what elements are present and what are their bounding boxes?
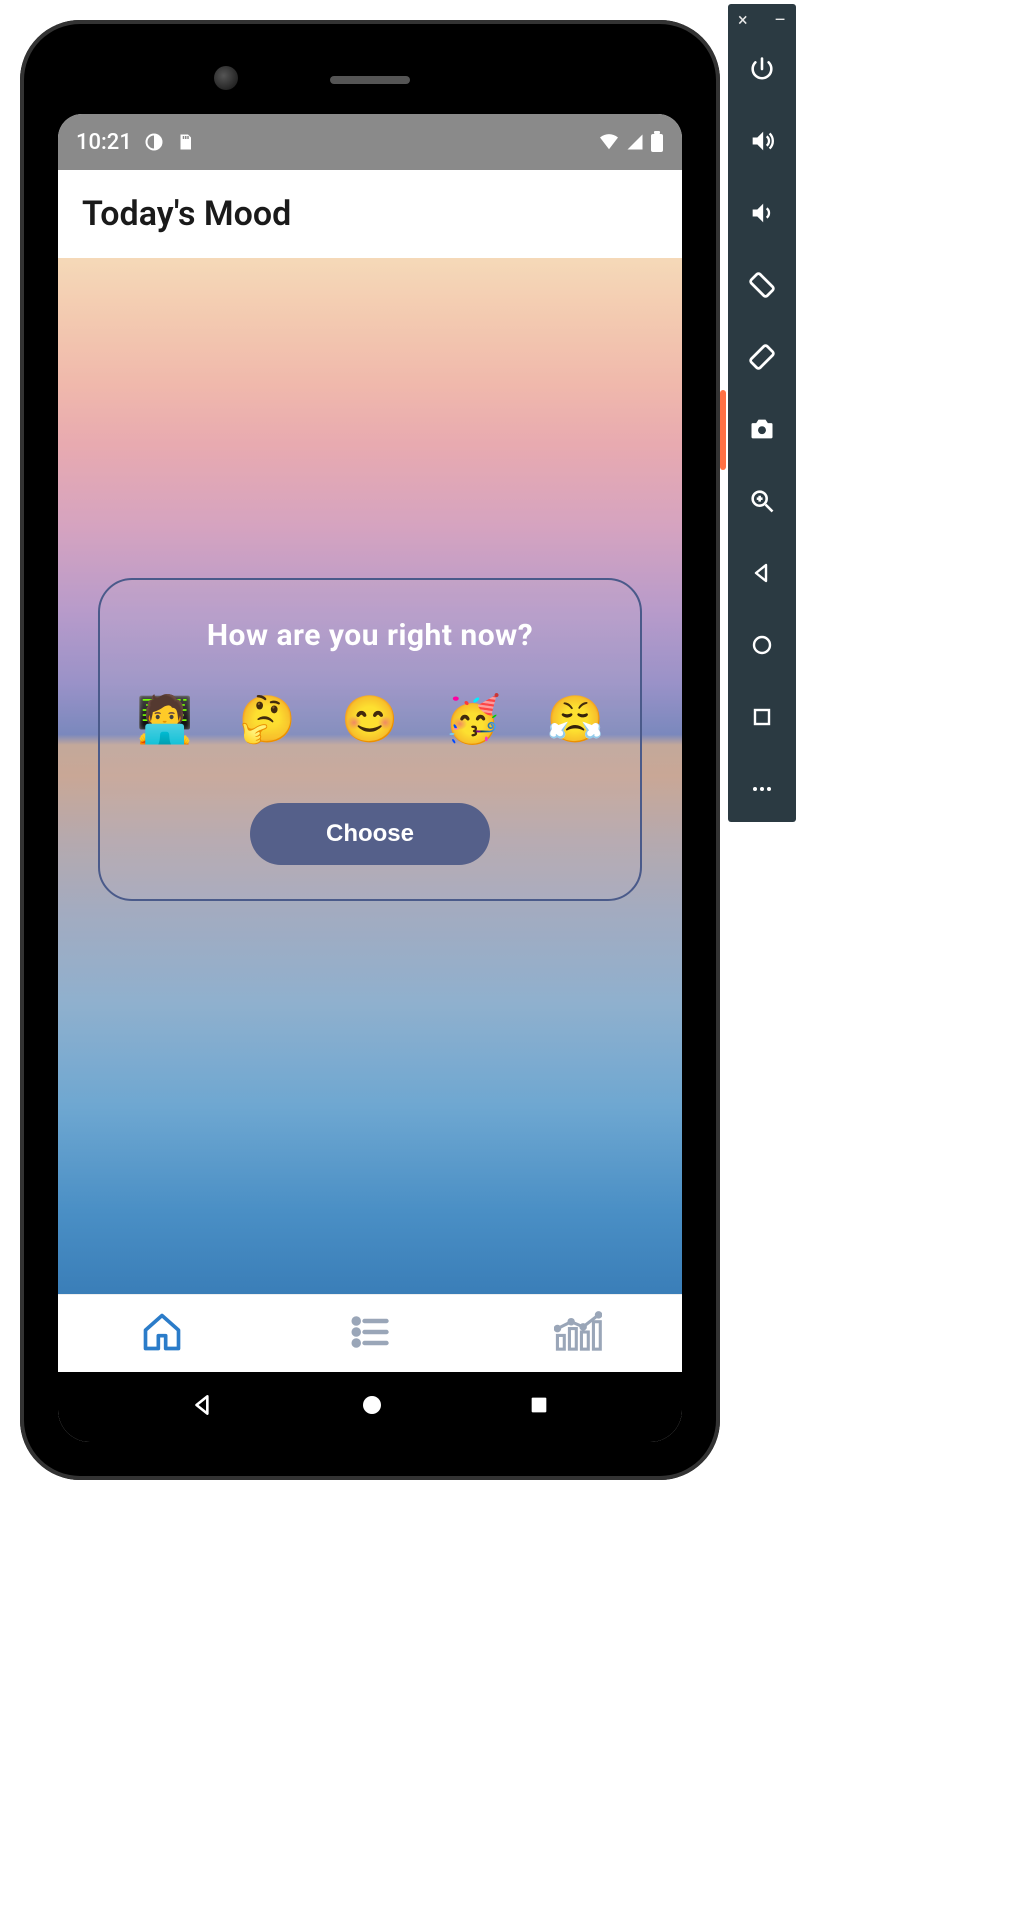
android-overview-button[interactable] — [528, 1394, 550, 1420]
volume-down-icon[interactable] — [745, 196, 779, 230]
camera-icon[interactable] — [745, 412, 779, 446]
status-sd-card-icon — [176, 132, 194, 152]
power-icon[interactable] — [745, 52, 779, 86]
emoji-option-thinking[interactable]: 🤔 — [239, 697, 296, 743]
emulator-side-toolbar: × – — [728, 4, 796, 822]
home-outline-icon — [140, 1310, 184, 1358]
mood-card: How are you right now? 🧑‍💻 🤔 😊 🥳 😤 Choos… — [98, 578, 642, 901]
choose-button[interactable]: Choose — [250, 803, 490, 865]
android-system-nav — [58, 1372, 682, 1442]
overview-icon[interactable] — [745, 700, 779, 734]
status-time: 10:21 — [76, 130, 132, 155]
emulator-close-button[interactable]: × — [738, 12, 748, 30]
emoji-options: 🧑‍💻 🤔 😊 🥳 😤 — [128, 697, 612, 743]
emoji-option-technologist[interactable]: 🧑‍💻 — [136, 697, 193, 743]
android-back-button[interactable] — [190, 1392, 216, 1422]
list-icon — [348, 1310, 392, 1358]
emoji-option-smile[interactable]: 😊 — [341, 697, 398, 743]
bottom-nav-list[interactable] — [266, 1295, 474, 1372]
app-header: Today's Mood — [58, 170, 682, 258]
status-wifi-icon — [598, 133, 620, 151]
back-icon[interactable] — [745, 556, 779, 590]
phone-power-button — [720, 390, 726, 470]
zoom-in-icon[interactable] — [745, 484, 779, 518]
bottom-nav-home[interactable] — [58, 1295, 266, 1372]
rotate-left-icon[interactable] — [745, 268, 779, 302]
status-bar: 10:21 — [58, 114, 682, 170]
volume-up-icon[interactable] — [745, 124, 779, 158]
rotate-right-icon[interactable] — [745, 340, 779, 374]
status-battery-icon — [650, 131, 664, 153]
android-home-button[interactable] — [360, 1393, 384, 1421]
phone-camera — [214, 66, 238, 90]
phone-frame: 10:21 — [20, 20, 720, 1480]
bottom-nav — [58, 1294, 682, 1372]
bar-chart-icon — [554, 1310, 602, 1358]
app-body: How are you right now? 🧑‍💻 🤔 😊 🥳 😤 Choos… — [58, 258, 682, 1294]
emoji-option-party[interactable]: 🥳 — [444, 697, 501, 743]
bottom-nav-stats[interactable] — [474, 1295, 682, 1372]
home-icon[interactable] — [745, 628, 779, 662]
phone-screen: 10:21 — [58, 114, 682, 1442]
more-icon[interactable] — [745, 772, 779, 806]
emoji-option-angry[interactable]: 😤 — [547, 697, 604, 743]
emulator-minimize-button[interactable]: – — [774, 12, 786, 30]
mood-card-prompt: How are you right now? — [128, 618, 612, 653]
status-sync-icon — [144, 132, 164, 152]
phone-speaker — [330, 76, 410, 84]
page-title: Today's Mood — [82, 194, 291, 234]
status-cellular-icon — [626, 133, 644, 151]
